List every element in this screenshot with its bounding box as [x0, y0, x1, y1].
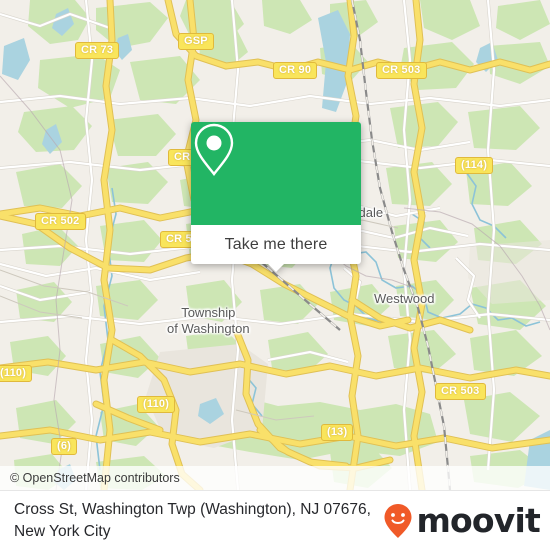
map-attribution-bar: © OpenStreetMap contributors — [0, 466, 550, 490]
road-shield: CR 503 — [376, 62, 427, 79]
footer-bar: Cross St, Washington Twp (Washington), N… — [0, 490, 550, 550]
road-shield: (13) — [321, 424, 354, 441]
attribution-text[interactable]: © OpenStreetMap contributors — [0, 471, 180, 485]
popup-image-area — [191, 122, 361, 225]
popup-action-area[interactable]: Take me there — [191, 225, 361, 272]
place-label-township-of-washington: Township of Washington — [167, 305, 250, 337]
popup-tail-pointer — [267, 263, 285, 272]
moovit-wordmark: moovit — [416, 501, 540, 540]
moovit-pin-smiley-icon — [384, 503, 412, 538]
road-shield: CR 502 — [35, 213, 86, 230]
moovit-map-screenshot: CR 73 GSP CR 90 CR 503 (114) CR 502 CR 5… — [0, 0, 550, 550]
moovit-brand[interactable]: moovit — [383, 501, 541, 540]
road-shield: GSP — [178, 33, 214, 50]
map-canvas[interactable]: CR 73 GSP CR 90 CR 503 (114) CR 502 CR 5… — [0, 0, 550, 490]
place-label-westwood: Westwood — [374, 291, 435, 306]
road-shield: (6) — [51, 438, 78, 455]
road-shield: (110) — [0, 365, 33, 382]
road-shield: CR 90 — [273, 62, 318, 79]
road-shield: (114) — [455, 157, 494, 174]
place-label-line: of Washington — [167, 321, 250, 336]
take-me-there-label: Take me there — [224, 235, 328, 253]
road-shield: CR 73 — [75, 42, 120, 59]
road-shield: CR 503 — [435, 383, 486, 400]
address-text: Cross St, Washington Twp (Washington), N… — [14, 500, 371, 540]
road-shield: (110) — [137, 396, 176, 413]
place-label-line: Township — [181, 305, 236, 320]
destination-popup-card[interactable]: Take me there — [191, 122, 361, 272]
map-pin-icon — [194, 123, 234, 176]
